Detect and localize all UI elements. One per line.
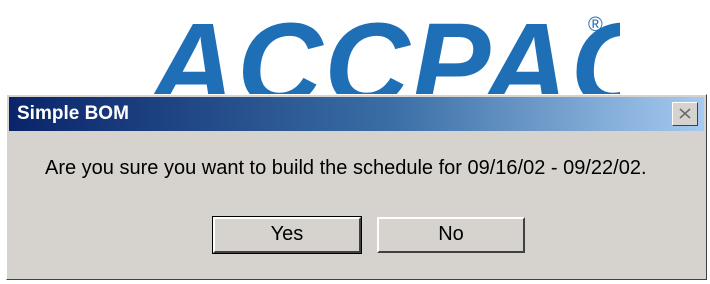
logo-text: ACCPAC [150,0,620,94]
yes-button[interactable]: Yes [212,216,362,254]
no-button[interactable]: No [377,217,525,253]
confirm-dialog: Simple BOM Are you sure you want to buil… [6,94,707,280]
close-icon [679,108,691,119]
dialog-title: Simple BOM [17,103,129,124]
close-button[interactable] [672,102,698,126]
dialog-message: Are you sure you want to build the sched… [45,157,647,179]
dialog-titlebar[interactable]: Simple BOM [9,97,704,131]
registered-mark: ® [588,14,603,36]
app-logo: ACCPAC ® [150,0,620,94]
